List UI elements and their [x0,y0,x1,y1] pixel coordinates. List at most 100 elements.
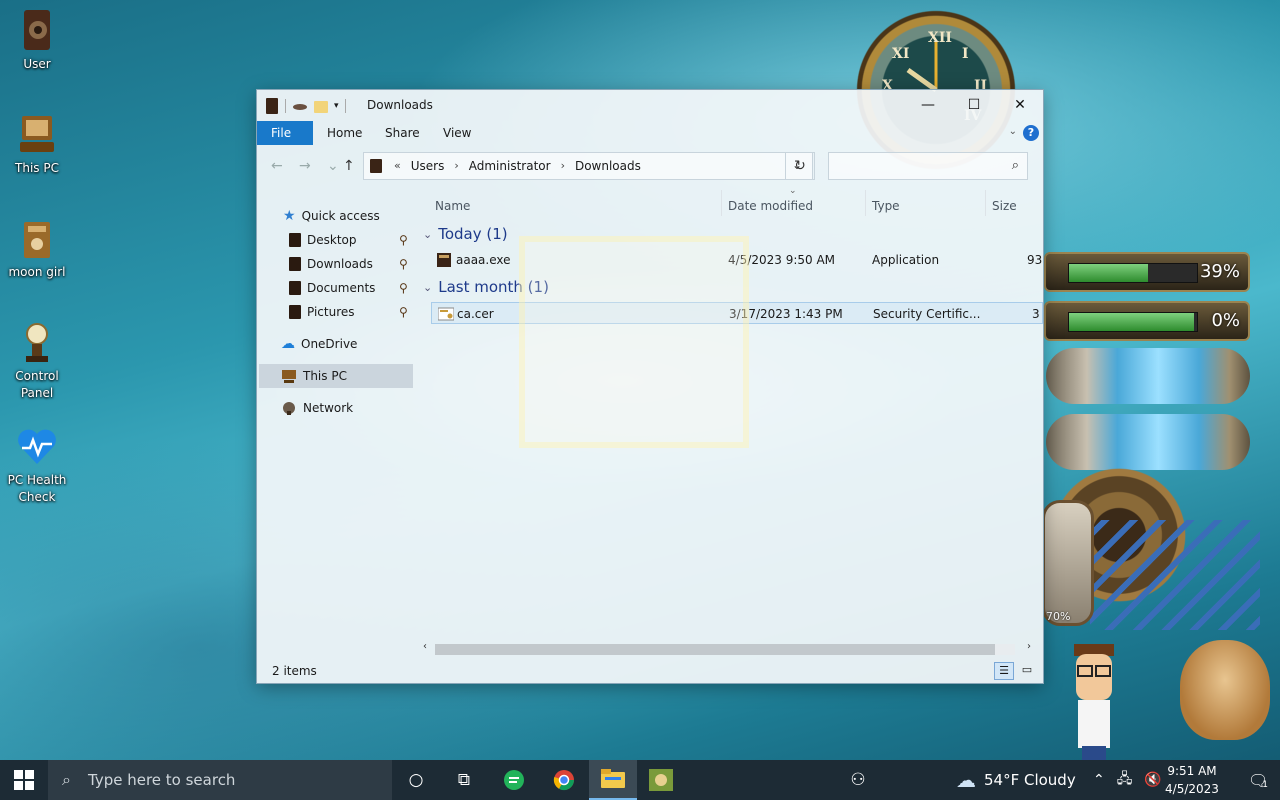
tab-share[interactable]: Share [371,121,434,145]
gauge-percent: 70% [1046,610,1071,623]
taskbar-chrome[interactable] [540,760,588,800]
network-icon [283,402,295,415]
maximize-button[interactable]: ☐ [951,90,997,120]
refresh-button[interactable]: ↻ [785,152,815,180]
minimize-button[interactable]: — [905,90,951,120]
pin-icon[interactable]: ⚲ [399,276,408,300]
desktop-icon-user[interactable]: User [4,8,70,73]
folder-icon [16,216,58,262]
taskbar-app-green[interactable] [490,760,538,800]
faded-dialog-overlay [519,236,749,448]
title-bar[interactable]: ▾ Downloads — ☐ ✕ [257,90,1043,120]
forward-arrow-icon[interactable]: → [299,158,311,174]
ribbon-tabs: File Home Share View [257,121,1043,145]
recent-locations-icon[interactable]: ⌄ [327,158,339,174]
scroll-thumb[interactable] [435,644,995,655]
breadcrumb-separator-icon[interactable]: › [561,159,565,173]
taskbar: ⌕ Type here to search ○ ⧉ ⚇ ☁ 54°F Cloud… [0,760,1280,800]
navigation-bar: ← → ⌄ ↑ « Users › Administrator › Downlo… [257,150,1043,182]
windows-logo-icon [14,770,34,790]
taskbar-search-box[interactable]: ⌕ Type here to search [48,760,392,800]
scroll-left-icon[interactable]: ‹ [423,641,427,652]
desktop-icon-control-panel[interactable]: Control Panel [4,320,70,402]
breadcrumb-separator-icon[interactable]: › [454,159,458,173]
properties-icon[interactable] [292,99,308,113]
file-explorer-window[interactable]: ▾ Downloads — ☐ ✕ File Home Share View ⌄… [257,90,1043,683]
nav-pictures[interactable]: Pictures ⚲ [289,300,419,324]
show-hidden-icons-icon[interactable]: ⌃ [1093,772,1105,788]
chevron-down-icon: ⌄ [423,280,433,294]
heart-pulse-icon [16,424,58,470]
pin-icon[interactable]: ⚲ [399,252,408,276]
people-icon: ⚇ [850,770,866,790]
column-header-size[interactable]: Size [992,194,1017,218]
pin-icon[interactable]: ⚲ [399,228,408,252]
taskbar-search-placeholder: Type here to search [88,771,236,789]
desktop-icon-pc-health-check[interactable]: PC Health Check [4,424,70,506]
nav-network[interactable]: Network [281,396,411,420]
navigation-pane: ★ Quick access Desktop ⚲ Downloads ⚲ Doc… [257,202,415,622]
tab-home[interactable]: Home [313,121,376,145]
taskbar-game-app[interactable] [637,760,685,800]
taskbar-clock[interactable]: 9:51 AM 4/5/2023 [1155,762,1229,798]
nav-this-pc[interactable]: This PC [259,364,413,388]
start-button[interactable] [0,760,48,800]
expand-ribbon-icon[interactable]: ⌄ [1009,126,1017,137]
explorer-app-icon [266,98,278,114]
column-header-name[interactable]: Name [435,194,470,218]
nav-onedrive[interactable]: ☁ OneDrive [281,332,411,356]
search-icon: ⌕ [62,770,71,789]
nav-documents[interactable]: Documents ⚲ [289,276,419,300]
large-icons-view-icon: ▭ [1021,663,1033,676]
tab-view[interactable]: View [429,121,485,145]
desktop-icon-this-pc[interactable]: This PC [4,112,70,177]
desktop-folder-icon [289,233,301,247]
up-arrow-icon[interactable]: ↑ [343,158,355,174]
breadcrumb-overflow[interactable]: « [394,159,401,173]
column-header-date[interactable]: Date modified [728,194,813,218]
back-arrow-icon[interactable]: ← [271,158,283,174]
game-app-icon [649,769,673,791]
file-type: Security Certific... [873,307,981,321]
scroll-right-icon[interactable]: › [1027,641,1031,652]
taskbar-file-explorer[interactable] [589,760,637,800]
breadcrumb-administrator[interactable]: Administrator [469,159,551,173]
action-center-button[interactable]: 🗨 1 [1236,760,1280,800]
details-view-button[interactable]: ☰ [994,662,1014,680]
file-name: aaaa.exe [456,253,511,267]
cloud-icon: ☁ [281,336,295,352]
file-name: ca.cer [457,307,494,321]
address-bar[interactable]: « Users › Administrator › Downloads ⌄ [363,152,813,180]
horizontal-scrollbar[interactable]: ‹ › [419,641,1039,658]
large-icons-view-button[interactable]: ▭ [1017,662,1037,680]
lightbulb-icon [16,320,58,366]
new-folder-icon[interactable] [314,99,328,113]
cortana-button[interactable]: ○ [392,760,440,800]
cartoon-character-widget [1068,640,1120,760]
task-view-icon: ⧉ [457,770,471,790]
people-button[interactable]: ⚇ [834,760,882,800]
search-input[interactable]: ⌕ [828,152,1028,180]
breadcrumb-users[interactable]: Users [411,159,445,173]
nav-desktop[interactable]: Desktop ⚲ [289,228,419,252]
weather-widget[interactable]: ☁ 54°F Cloudy [956,760,1076,800]
pipe-gauge-1 [1046,348,1250,404]
task-view-button[interactable]: ⧉ [440,760,488,800]
tab-file[interactable]: File [257,121,313,145]
nav-downloads[interactable]: Downloads ⚲ [289,252,419,276]
column-header-type[interactable]: Type [872,194,900,218]
close-button[interactable]: ✕ [997,90,1043,120]
breadcrumb-downloads[interactable]: Downloads [575,159,641,173]
customize-toolbar-icon[interactable]: ▾ [334,101,339,111]
desktop-icon-moon-girl[interactable]: moon girl [4,216,70,281]
group-header-today[interactable]: ⌄ Today (1) [423,225,508,243]
help-icon[interactable]: ? [1023,125,1039,141]
pin-icon[interactable]: ⚲ [399,300,408,324]
refresh-icon: ↻ [794,158,806,174]
cloud-icon: ☁ [956,768,976,792]
star-icon: ★ [283,208,296,224]
network-icon[interactable]: 🖧 [1117,768,1133,792]
nav-quick-access[interactable]: ★ Quick access [283,204,413,228]
window-title: Downloads [367,98,433,112]
notification-count: 1 [1262,780,1269,790]
